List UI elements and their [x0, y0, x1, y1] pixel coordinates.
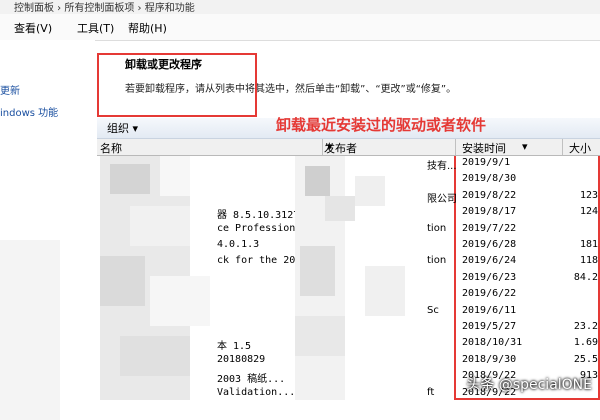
menu-bar: 查看(V) 工具(T) 帮助(H) [0, 14, 600, 41]
blurred-program-names [100, 156, 300, 400]
column-publisher[interactable]: 发布者 [324, 140, 357, 156]
program-size: 84.2 [573, 271, 598, 283]
header-highlight-box [97, 53, 257, 117]
column-separator[interactable] [562, 139, 563, 155]
program-size: 123 [579, 189, 598, 201]
program-publisher: ft [427, 386, 435, 398]
column-size[interactable]: 大小 [569, 140, 591, 156]
menu-view[interactable]: 查看(V) [14, 20, 52, 36]
program-publisher: tion [427, 255, 447, 267]
program-install-date: 2019/5/27 [462, 321, 517, 332]
blurred-publishers [295, 156, 410, 400]
program-size: 23.2 [573, 321, 598, 332]
sidebar-blurred-region [0, 240, 60, 420]
program-size: 1.69 [573, 337, 598, 349]
watermark: 头条 @specialONE [466, 377, 592, 393]
column-name[interactable]: 名称 [100, 140, 122, 156]
program-install-date: 2019/7/22 [462, 222, 517, 234]
column-header-row: 名称 ▾ 发布者 安装时间 ▾ 大小 [97, 139, 600, 156]
column-separator[interactable] [322, 139, 323, 155]
sidebar: 更新 indows 功能 [0, 40, 95, 420]
program-install-date: 2019/8/22 [462, 189, 517, 201]
annotation-text: 卸载最近安装过的驱动或者软件 [276, 116, 487, 134]
program-install-date: 2019/8/30 [462, 173, 517, 185]
program-install-date: 2019/6/23 [462, 271, 517, 283]
menu-tools[interactable]: 工具(T) [77, 20, 114, 36]
program-size: 118 [579, 255, 598, 267]
program-install-date: 2018/9/30 [462, 353, 517, 365]
program-size: 124 [579, 206, 598, 218]
sort-arrow-icon: ▾ [522, 140, 528, 153]
program-install-date: 2019/8/17 [462, 206, 517, 218]
program-publisher: tion [427, 222, 447, 234]
program-install-date: 2018/10/31 [462, 337, 523, 349]
program-install-date: 2019/6/24 [462, 255, 517, 267]
program-publisher: Sc [427, 304, 439, 316]
program-publisher: 技有... [427, 161, 457, 172]
program-size: 25.5 [573, 353, 598, 365]
column-separator[interactable] [455, 139, 456, 155]
sidebar-link-windows-features[interactable]: indows 功能 [0, 104, 58, 119]
program-install-date: 2019/6/28 [462, 239, 517, 250]
window-title-bar: 控制面板 › 所有控制面板项 › 程序和功能 [0, 0, 600, 15]
program-size: 181 [579, 239, 598, 250]
program-install-date: 2019/9/1 [462, 157, 511, 168]
program-publisher: 限公司 [427, 193, 457, 205]
menu-help[interactable]: 帮助(H) [128, 20, 167, 36]
breadcrumb[interactable]: 控制面板 › 所有控制面板项 › 程序和功能 [14, 0, 195, 14]
program-install-date: 2019/6/11 [462, 304, 517, 316]
sidebar-link-updates[interactable]: 更新 [0, 82, 20, 97]
organize-button[interactable]: 组织 ▾ [107, 120, 138, 136]
program-install-date: 2019/6/22 [462, 288, 517, 300]
column-install-date[interactable]: 安装时间 [462, 140, 506, 156]
